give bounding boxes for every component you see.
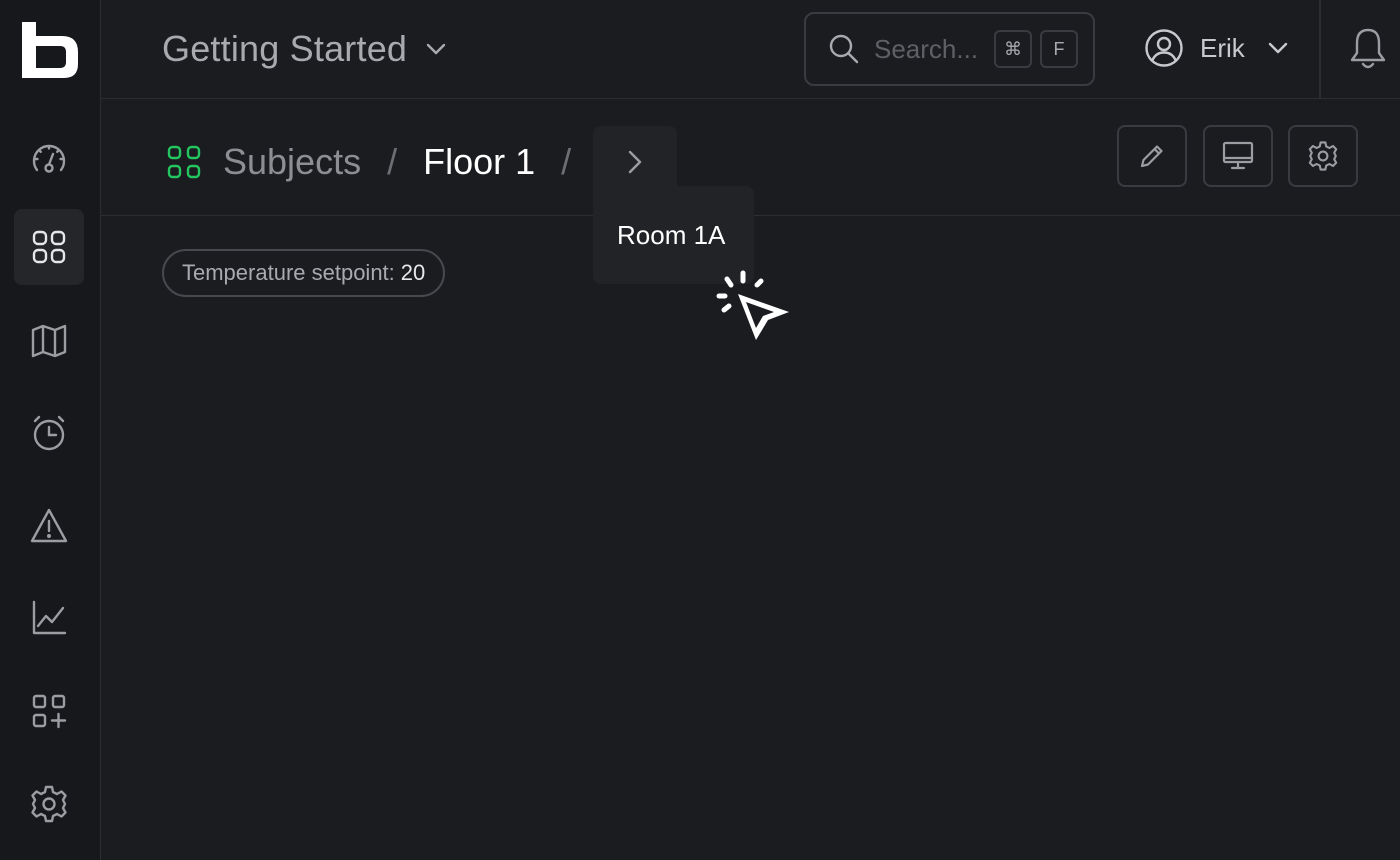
property-pill: Temperature setpoint: 20 bbox=[162, 249, 446, 297]
shortcut-key-f: F bbox=[1040, 30, 1078, 68]
search-input[interactable]: Search... bbox=[874, 34, 986, 65]
sidebar-item-add-widget[interactable] bbox=[14, 673, 84, 749]
dashboard-gauge-icon bbox=[32, 144, 66, 173]
click-cursor-icon bbox=[716, 270, 789, 340]
sidebar-item-analytics[interactable] bbox=[14, 580, 84, 656]
breadcrumb-separator: / bbox=[561, 141, 572, 182]
monitor-icon bbox=[1222, 141, 1254, 170]
gear-icon bbox=[1308, 141, 1338, 171]
app-logo[interactable] bbox=[22, 22, 78, 78]
chevron-right-icon bbox=[628, 150, 642, 174]
project-title: Getting Started bbox=[162, 28, 408, 69]
sidebar-item-dashboard[interactable] bbox=[14, 120, 84, 196]
divider bbox=[1319, 0, 1321, 99]
sidebar-item-map[interactable] bbox=[14, 303, 84, 379]
alarm-clock-icon bbox=[33, 415, 65, 451]
breadcrumb-separator: / bbox=[387, 141, 398, 182]
top-bar: Getting Started Search... ⌘ F Erik bbox=[101, 0, 1400, 99]
project-selector[interactable]: Getting Started bbox=[162, 28, 447, 70]
breadcrumb-floor[interactable]: Floor 1 bbox=[423, 141, 535, 183]
subjects-grid-icon bbox=[167, 145, 201, 179]
add-widget-icon bbox=[32, 694, 67, 729]
subjects-grid-icon bbox=[32, 230, 66, 264]
property-label: Temperature setpoint: bbox=[182, 260, 395, 285]
user-name: Erik bbox=[1200, 32, 1245, 63]
sidebar-item-schedules[interactable] bbox=[14, 395, 84, 471]
shortcut-key-command: ⌘ bbox=[994, 30, 1032, 68]
sidebar bbox=[0, 0, 101, 860]
dropdown-item-room[interactable]: Room 1A bbox=[617, 220, 725, 251]
bell-icon bbox=[1350, 28, 1386, 69]
pencil-icon bbox=[1140, 145, 1163, 168]
warning-icon bbox=[30, 508, 68, 543]
user-menu[interactable]: Erik bbox=[1144, 28, 1289, 68]
map-icon bbox=[31, 324, 67, 358]
chart-line-icon bbox=[32, 600, 67, 635]
notifications-button[interactable] bbox=[1347, 26, 1389, 77]
search-box[interactable]: Search... ⌘ F bbox=[804, 12, 1095, 86]
property-value: 20 bbox=[400, 260, 426, 285]
chevron-down-icon bbox=[1268, 42, 1287, 54]
search-icon bbox=[829, 34, 859, 64]
display-button[interactable] bbox=[1203, 125, 1273, 187]
edit-button[interactable] bbox=[1117, 125, 1187, 187]
breadcrumb-subjects[interactable]: Subjects bbox=[223, 141, 361, 183]
chevron-down-icon bbox=[426, 43, 446, 55]
sidebar-item-subjects[interactable] bbox=[14, 209, 84, 285]
sidebar-item-alarms[interactable] bbox=[14, 488, 84, 564]
user-avatar-icon bbox=[1145, 29, 1183, 67]
sidebar-item-settings[interactable] bbox=[14, 766, 84, 842]
settings-gear-icon bbox=[31, 785, 67, 823]
settings-button[interactable] bbox=[1288, 125, 1358, 187]
breadcrumb: Subjects / Floor 1 / bbox=[167, 140, 571, 184]
